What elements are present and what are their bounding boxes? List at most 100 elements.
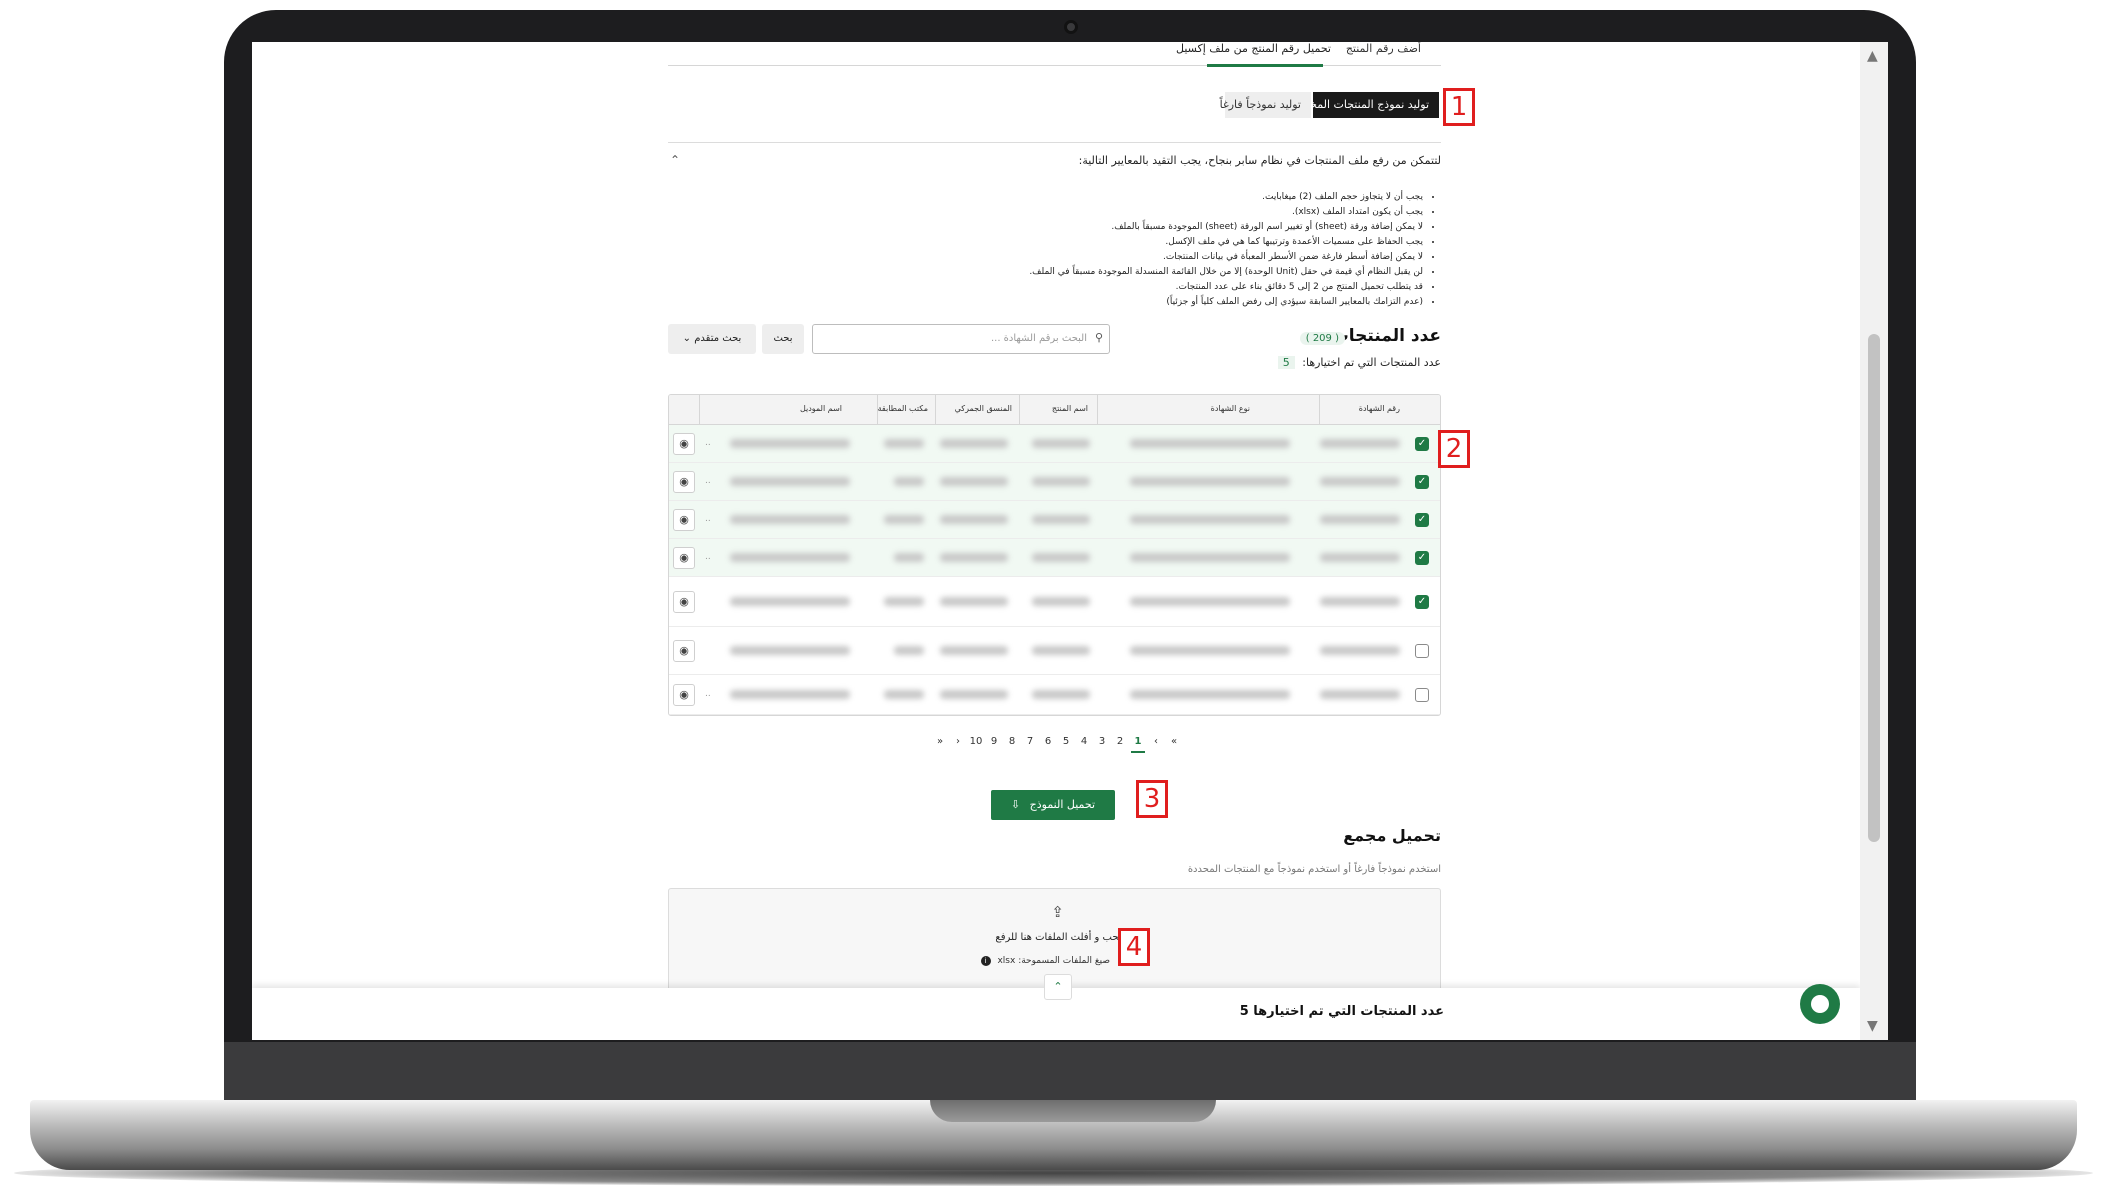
eye-icon[interactable]: ◉ <box>673 509 695 531</box>
search-input[interactable]: ⚲ البحث برقم الشهادة ... <box>812 324 1110 354</box>
redacted-cell <box>1032 439 1090 448</box>
redacted-cell <box>940 597 1008 606</box>
redacted-cell <box>1320 690 1400 699</box>
eye-icon[interactable]: ◉ <box>673 471 695 493</box>
pagination-page[interactable]: 8 <box>1004 736 1020 747</box>
tab-add-product-number[interactable]: أضف رقم المنتج <box>1346 42 1421 55</box>
header-divider <box>935 395 936 425</box>
eye-icon[interactable]: ◉ <box>673 640 695 662</box>
selected-products-count: 5 <box>1277 356 1295 369</box>
generate-selected-template-button[interactable]: توليد نموذج المنتجات المختارة <box>1292 92 1439 118</box>
redacted-cell <box>730 597 850 606</box>
redacted-cell <box>1130 690 1290 699</box>
chat-icon[interactable] <box>1800 984 1840 1024</box>
pagination-page[interactable]: 10 <box>968 736 984 747</box>
redacted-cell <box>894 553 924 562</box>
criteria-item: لا يمكن إضافة ورقة (sheet) أو تغيير اسم … <box>837 220 1423 235</box>
table-row[interactable]: ◉.. <box>669 675 1440 715</box>
selection-summary-text: عدد المنتجات التي تم اختيارها 5 <box>1239 1004 1444 1019</box>
header-divider <box>1097 395 1098 425</box>
selected-products-line: عدد المنتجات التي تم اختيارها: 5 <box>1277 356 1441 369</box>
pagination-next[interactable]: › <box>1148 736 1164 747</box>
header-divider <box>699 395 700 425</box>
chevron-up-icon[interactable]: ⌃ <box>1044 974 1072 1000</box>
redacted-cell <box>1130 597 1290 606</box>
eye-icon[interactable]: ◉ <box>673 684 695 706</box>
header-divider <box>1319 395 1320 425</box>
scroll-up-arrow-icon[interactable]: ▲ <box>1867 48 1878 64</box>
redacted-cell <box>1032 515 1090 524</box>
ellipsis: .. <box>705 476 711 486</box>
redacted-cell <box>1320 646 1400 655</box>
redacted-cell <box>1320 553 1400 562</box>
criteria-item: لا يمكن إضافة أسطر فارغة ضمن الأسطر المع… <box>837 250 1423 265</box>
row-checkbox[interactable] <box>1415 688 1429 702</box>
eye-icon[interactable]: ◉ <box>673 591 695 613</box>
row-checkbox[interactable]: ✓ <box>1415 437 1429 451</box>
divider <box>668 142 1441 143</box>
row-checkbox[interactable]: ✓ <box>1415 595 1429 609</box>
pagination-page[interactable]: 6 <box>1040 736 1056 747</box>
step-marker-2: 2 <box>1438 430 1470 468</box>
redacted-cell <box>730 439 850 448</box>
redacted-cell <box>940 439 1008 448</box>
scrollbar[interactable]: ▲ ▼ <box>1860 42 1888 1040</box>
pagination-page[interactable]: 1 <box>1130 736 1146 753</box>
generate-empty-template-button[interactable]: توليد نموذجاً فارغاً <box>1220 92 1311 118</box>
search-placeholder: البحث برقم الشهادة ... <box>990 333 1087 344</box>
chevron-up-icon[interactable]: ⌃ <box>670 153 680 167</box>
eye-icon[interactable]: ◉ <box>673 433 695 455</box>
scroll-thumb[interactable] <box>1868 334 1880 842</box>
products-table: رقم الشهادة نوع الشهادة اسم المنتج المنس… <box>668 394 1441 716</box>
table-row[interactable]: ✓ ◉.. <box>669 425 1440 463</box>
header-customs-coordinator: المنسق الجمركي <box>954 404 1012 413</box>
ellipsis: .. <box>705 438 711 448</box>
redacted-cell <box>1320 439 1400 448</box>
redacted-cell <box>1032 646 1090 655</box>
pagination-first[interactable]: « <box>932 736 948 747</box>
tab-upload-from-excel[interactable]: تحميل رقم المنتج من ملف إكسيل <box>1176 42 1331 55</box>
redacted-cell <box>884 690 924 699</box>
redacted-cell <box>1130 646 1290 655</box>
download-template-button[interactable]: تحميل النموذج ⇩ <box>991 790 1115 820</box>
search-button[interactable]: بحث <box>762 324 804 354</box>
info-icon[interactable]: i <box>980 956 991 966</box>
redacted-cell <box>884 439 924 448</box>
ellipsis: .. <box>705 689 711 699</box>
pagination-page[interactable]: 5 <box>1058 736 1074 747</box>
row-checkbox[interactable]: ✓ <box>1415 513 1429 527</box>
eye-icon[interactable]: ◉ <box>673 547 695 569</box>
pagination-page[interactable]: 2 <box>1112 736 1128 747</box>
criteria-item: (عدم التزامك بالمعايير السابقة سيؤدي إلى… <box>837 295 1423 310</box>
redacted-cell <box>940 553 1008 562</box>
pagination-page[interactable]: 7 <box>1022 736 1038 747</box>
scroll-down-arrow-icon[interactable]: ▼ <box>1867 1018 1878 1034</box>
row-checkbox[interactable]: ✓ <box>1415 475 1429 489</box>
header-divider <box>1019 395 1020 425</box>
search-icon: ⚲ <box>1094 331 1103 344</box>
redacted-cell <box>1320 597 1400 606</box>
table-row[interactable]: ✓ ◉ <box>669 577 1440 627</box>
pagination-prev[interactable]: ‹ <box>950 736 966 747</box>
redacted-cell <box>1320 515 1400 524</box>
pagination: »›12345678910‹« <box>931 736 1183 753</box>
redacted-cell <box>940 477 1008 486</box>
dropzone-text: اسحب و أفلت الملفات هنا للرفع <box>995 932 1130 943</box>
redacted-cell <box>1032 553 1090 562</box>
table-row[interactable]: ✓ ◉.. <box>669 539 1440 577</box>
row-checkbox[interactable]: ✓ <box>1415 551 1429 565</box>
table-row[interactable]: ✓ ◉.. <box>669 463 1440 501</box>
step-marker-3: 3 <box>1136 780 1168 818</box>
laptop-notch <box>930 1100 1216 1122</box>
redacted-cell <box>894 477 924 486</box>
pagination-page[interactable]: 4 <box>1076 736 1092 747</box>
criteria-list: يجب أن لا يتجاوز حجم الملف (2) ميغابايت.… <box>837 190 1437 310</box>
row-checkbox[interactable] <box>1415 644 1429 658</box>
table-row[interactable]: ◉ <box>669 627 1440 675</box>
pagination-last[interactable]: » <box>1166 736 1182 747</box>
pagination-page[interactable]: 9 <box>986 736 1002 747</box>
pagination-page[interactable]: 3 <box>1094 736 1110 747</box>
redacted-cell <box>1032 597 1090 606</box>
table-row[interactable]: ✓ ◉.. <box>669 501 1440 539</box>
advanced-search-button[interactable]: بحث متقدم ⌄ <box>668 324 756 354</box>
